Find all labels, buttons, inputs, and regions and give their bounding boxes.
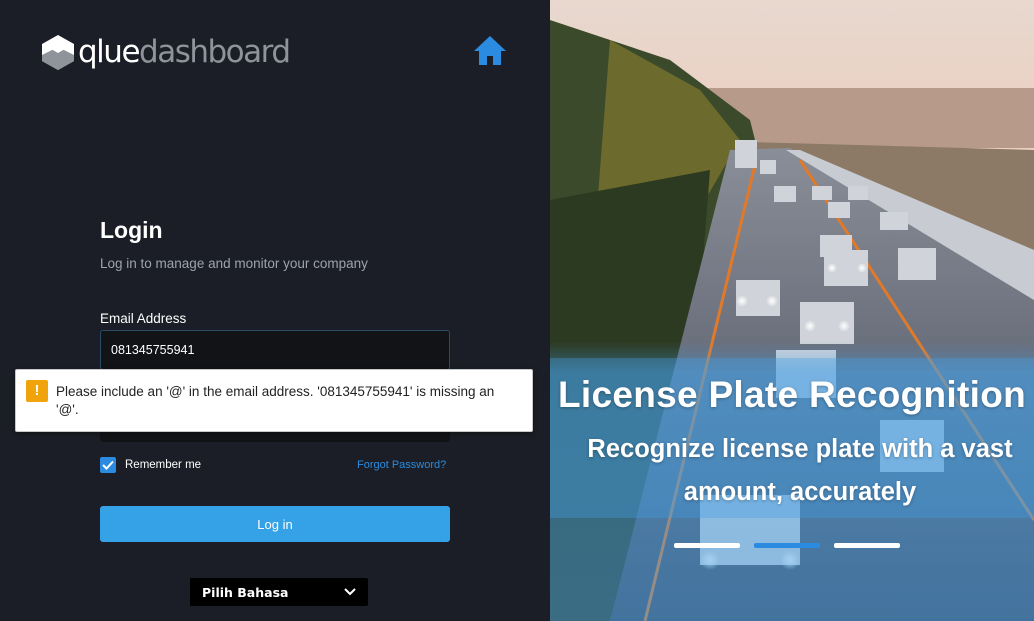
login-button[interactable]: Log in: [100, 506, 450, 542]
forgot-password-link[interactable]: Forgot Password?: [357, 459, 446, 471]
highway-photo: [550, 0, 1034, 621]
logo-mark-icon: [42, 35, 74, 70]
validation-message: Please include an '@' in the email addre…: [56, 384, 495, 417]
carousel-dot-3[interactable]: [834, 543, 900, 548]
hero-panel: License Plate Recognition Recognize lice…: [550, 0, 1034, 621]
home-icon: [474, 36, 506, 65]
remember-label: Remember me: [125, 459, 202, 471]
carousel-dot-1[interactable]: [674, 543, 740, 548]
validation-tooltip: ! Please include an '@' in the email add…: [15, 369, 533, 432]
hero-subtitle: Recognize license plate with a vast amou…: [587, 435, 1013, 506]
email-input[interactable]: [100, 330, 450, 370]
logo-dashboard-text: dashboard: [139, 33, 291, 70]
login-panel: qluedashboard Login Log in to manage and…: [0, 0, 550, 621]
language-select[interactable]: Pilih Bahasa: [190, 578, 368, 606]
qlue-logo: qluedashboard: [40, 32, 291, 72]
login-title: Login: [100, 217, 163, 243]
home-button[interactable]: [472, 34, 508, 68]
carousel-indicators: [674, 543, 900, 548]
email-label: Email Address: [100, 311, 187, 326]
language-label: Pilih Bahasa: [202, 584, 289, 600]
logo-qlue-text: qlue: [78, 33, 141, 70]
carousel-dot-2[interactable]: [754, 543, 820, 548]
chevron-down-icon: [344, 588, 356, 596]
remember-checkbox[interactable]: [100, 457, 116, 473]
login-subtitle: Log in to manage and monitor your compan…: [100, 256, 368, 271]
remember-me: Remember me: [100, 457, 201, 473]
check-icon: [102, 460, 114, 470]
hero-title: License Plate Recognition: [557, 374, 1027, 415]
warning-icon: !: [26, 380, 48, 402]
